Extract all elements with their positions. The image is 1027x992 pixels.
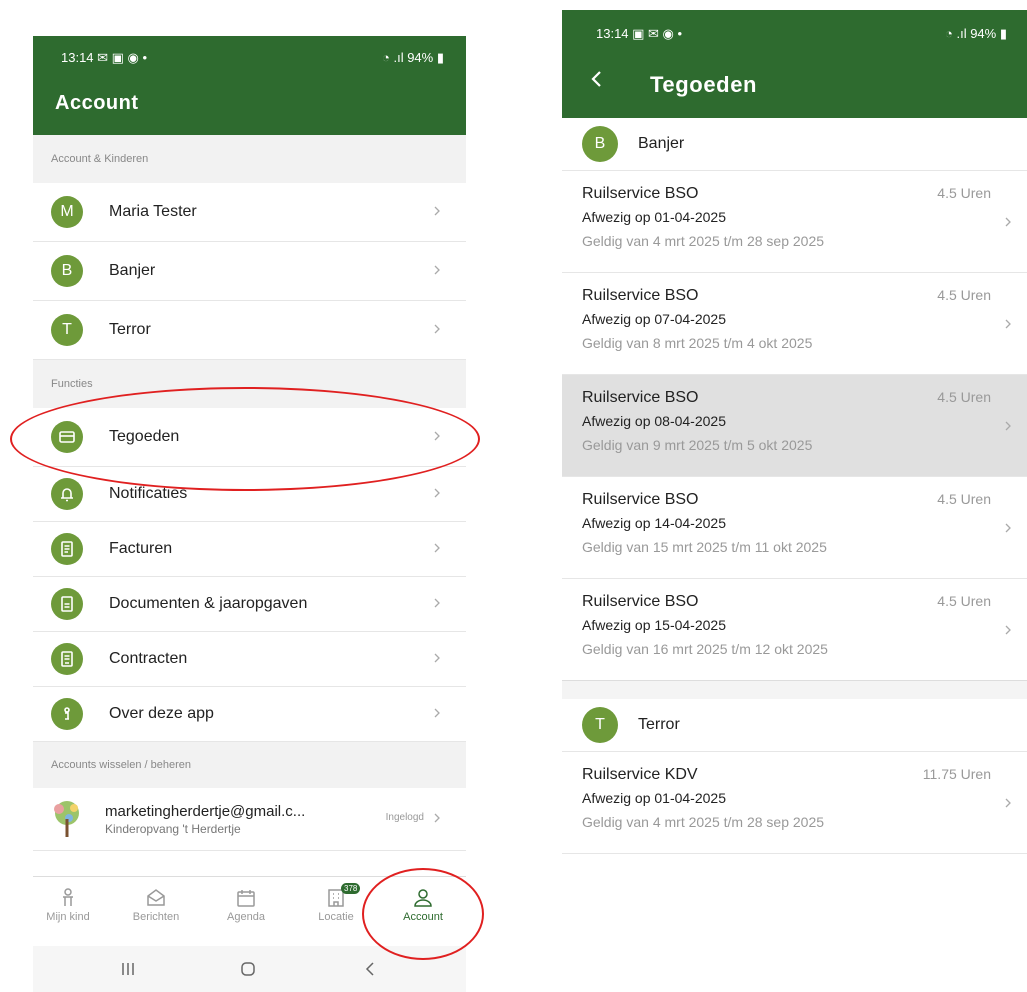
person-row-maria[interactable]: M Maria Tester [33,183,466,242]
avatar: B [582,126,618,162]
app-header: 13:14 ▣ ✉ ◉ • ◔ .ıl 94% ▮ Tegoeden [562,10,1027,118]
status-bar: 13:14 ✉ ▣ ◉ • ◔ .ıl 94% ▮ [33,36,466,70]
chevron-right-icon [434,708,440,718]
chevron-right-icon [434,543,440,553]
section-header-account: Account & Kinderen [33,135,466,183]
chevron-right-icon [434,598,440,608]
invoice-icon [51,533,83,565]
child-header-terror: T Terror [562,699,1027,752]
chevron-right-icon [434,206,440,216]
nav-locatie[interactable]: 378 Locatie [301,883,371,923]
child-icon [63,888,73,906]
message-icon [147,889,165,906]
account-email: marketingherdertje@gmail.c... [105,802,306,820]
account-entry[interactable]: marketingherdertje@gmail.c... Kinderopva… [33,788,466,851]
credit-item[interactable]: Ruilservice BSO 4.5 Uren Afwezig op 14-0… [562,477,1027,579]
chevron-right-icon [1005,798,1011,808]
account-organization: Kinderopvang 't Herdertje [105,821,241,836]
menu-item-tegoeden[interactable]: Tegoeden [33,408,466,467]
chevron-right-icon [434,653,440,663]
status-bar: 13:14 ▣ ✉ ◉ • ◔ .ıl 94% ▮ [562,10,1027,44]
chevron-right-icon [434,265,440,275]
recent-apps-icon[interactable] [119,960,137,978]
home-icon[interactable] [239,960,257,978]
account-screen: 13:14 ✉ ▣ ◉ • ◔ .ıl 94% ▮ Account Accoun… [33,36,466,992]
status-battery: ◔ .ıl 94% ▮ [945,26,1007,41]
credit-item[interactable]: Ruilservice BSO 4.5 Uren Afwezig op 01-0… [562,171,1027,273]
tree-logo-icon [54,801,79,837]
avatar: T [51,314,83,346]
menu-item-facturen[interactable]: Facturen [33,522,466,577]
nav-account[interactable]: Account [388,887,458,923]
contract-icon [51,643,83,675]
chevron-right-icon [1005,217,1011,227]
credit-item[interactable]: Ruilservice KDV 11.75 Uren Afwezig op 01… [562,752,1027,854]
menu-item-over-deze-app[interactable]: Over deze app [33,687,466,742]
page-title: Account [55,92,139,114]
notification-badge: 378 [341,883,361,894]
child-name: Banjer [638,135,685,152]
bell-icon [51,478,83,510]
screenshot-seam [562,680,1027,699]
person-icon [414,889,432,907]
calendar-icon [237,890,255,907]
nav-agenda[interactable]: Agenda [211,887,281,923]
nav-berichten[interactable]: Berichten [121,887,191,923]
document-icon [51,588,83,620]
menu-item-notificaties[interactable]: Notificaties [33,467,466,522]
app-header: 13:14 ✉ ▣ ◉ • ◔ .ıl 94% ▮ Account [33,36,466,135]
section-header-switch-accounts: Accounts wisselen / beheren [33,742,466,788]
child-name: Terror [638,716,680,733]
chevron-right-icon [434,488,440,498]
person-name: Terror [109,321,151,338]
chevron-right-icon [1005,421,1011,431]
chevron-right-icon [1005,319,1011,329]
avatar: B [51,255,83,287]
menu-item-contracten[interactable]: Contracten [33,632,466,687]
info-icon [51,698,83,730]
system-navigation [33,946,466,992]
page-title: Tegoeden [650,72,758,97]
credit-item-selected[interactable]: Ruilservice BSO 4.5 Uren Afwezig op 08-0… [562,375,1027,477]
back-arrow-icon[interactable] [586,68,608,90]
card-icon [51,421,83,453]
person-name: Maria Tester [109,203,197,220]
chevron-right-icon [434,431,440,441]
credit-item[interactable]: Ruilservice BSO 4.5 Uren Afwezig op 07-0… [562,273,1027,375]
bottom-navigation: Mijn kind Berichten Agenda 378 Locatie A… [33,876,466,947]
status-time: 13:14 ✉ ▣ ◉ • [61,50,148,65]
person-row-banjer[interactable]: B Banjer [33,242,466,301]
avatar: T [582,707,618,743]
chevron-right-icon [434,324,440,334]
status-battery: ◔ .ıl 94% ▮ [382,50,444,65]
tegoeden-screen: 13:14 ▣ ✉ ◉ • ◔ .ıl 94% ▮ Tegoeden B Ban… [562,10,1027,870]
back-icon[interactable] [361,960,379,978]
status-time: 13:14 ▣ ✉ ◉ • [596,26,683,41]
chevron-right-icon [1005,523,1011,533]
credit-item[interactable]: Ruilservice BSO 4.5 Uren Afwezig op 15-0… [562,579,1027,680]
person-row-terror[interactable]: T Terror [33,301,466,360]
child-header-banjer: B Banjer [562,118,1027,171]
chevron-right-icon [1005,625,1011,635]
chevron-right-icon [434,813,440,823]
menu-item-documenten[interactable]: Documenten & jaaropgaven [33,577,466,632]
avatar: M [51,196,83,228]
login-status: Ingelogd [385,812,424,823]
person-name: Banjer [109,262,156,279]
nav-mijn-kind[interactable]: Mijn kind [33,887,103,923]
section-header-functions: Functies [33,360,466,408]
